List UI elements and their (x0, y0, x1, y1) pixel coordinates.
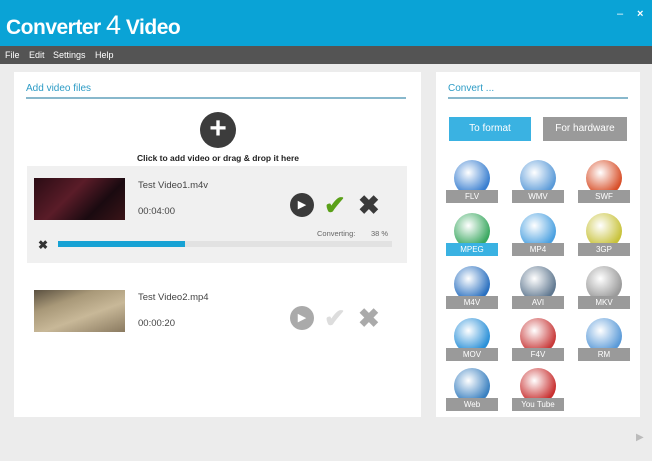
format-mov[interactable]: MOV (446, 318, 498, 366)
check-icon[interactable]: ✔ (324, 192, 346, 218)
format-3gp[interactable]: 3GP (578, 213, 630, 261)
menu-help[interactable]: Help (95, 50, 114, 60)
format-label: You Tube (512, 398, 564, 411)
progress-fill (58, 241, 185, 247)
convert-title: Convert ... (448, 83, 495, 94)
to-format-button[interactable]: To format (449, 117, 531, 141)
cancel-icon[interactable]: ✖ (38, 238, 48, 252)
list-item[interactable]: Test Video1.m4v 00:04:00 ▶ ✔ ✖ Convertin… (27, 166, 407, 263)
format-label: M4V (446, 296, 498, 309)
scroll-right-icon[interactable]: ▶ (636, 432, 644, 443)
format-wmv[interactable]: WMV (512, 160, 564, 208)
video-name: Test Video1.m4v (138, 180, 209, 191)
format-label: F4V (512, 348, 564, 361)
divider (26, 97, 406, 99)
app-title: Converter 4 Video (6, 10, 181, 41)
menu-bar: File Edit Settings Help (0, 46, 652, 64)
title-number: 4 (106, 10, 121, 40)
add-hint[interactable]: Click to add video or drag & drop it her… (28, 153, 408, 163)
format-label: SWF (578, 190, 630, 203)
title-prefix: Converter (6, 16, 101, 39)
format-m4v[interactable]: M4V (446, 266, 498, 314)
plus-icon[interactable]: + (200, 112, 236, 148)
progress-bar (58, 241, 392, 247)
title-suffix: Video (125, 16, 181, 39)
format-label: 3GP (578, 243, 630, 256)
format-swf[interactable]: SWF (578, 160, 630, 208)
format-label: FLV (446, 190, 498, 203)
format-label: WMV (512, 190, 564, 203)
format-web[interactable]: Web (446, 368, 498, 416)
format-avi[interactable]: AVI (512, 266, 564, 314)
format-label: Web (446, 398, 498, 411)
minimize-button[interactable]: – (617, 8, 623, 20)
format-rm[interactable]: RM (578, 318, 630, 366)
menu-edit[interactable]: Edit (29, 50, 45, 60)
list-item[interactable]: Test Video2.mp4 00:00:20 ▶ ✔ ✖ (27, 280, 407, 340)
format-label: RM (578, 348, 630, 361)
menu-settings[interactable]: Settings (53, 50, 86, 60)
video-thumbnail (34, 290, 125, 332)
remove-icon[interactable]: ✖ (358, 305, 380, 331)
divider (448, 97, 628, 99)
format-f4v[interactable]: F4V (512, 318, 564, 366)
progress-text: 38 % (371, 229, 389, 238)
add-files-title: Add video files (26, 83, 92, 94)
video-thumbnail (34, 178, 125, 220)
video-duration: 00:00:20 (138, 318, 175, 329)
format-label: MPEG (446, 243, 498, 256)
play-icon[interactable]: ▶ (290, 306, 314, 330)
for-hardware-button[interactable]: For hardware (543, 117, 627, 141)
remove-icon[interactable]: ✖ (358, 192, 380, 218)
format-mp4[interactable]: MP4 (512, 213, 564, 261)
format-label: AVI (512, 296, 564, 309)
title-bar: Converter 4 Video – × (0, 0, 652, 46)
format-mkv[interactable]: MKV (578, 266, 630, 314)
format-you-tube[interactable]: You Tube (512, 368, 564, 416)
status-label: Converting: (317, 229, 356, 238)
video-duration: 00:04:00 (138, 206, 175, 217)
format-label: MOV (446, 348, 498, 361)
close-button[interactable]: × (637, 8, 643, 20)
format-mpeg[interactable]: MPEG (446, 213, 498, 261)
check-icon[interactable]: ✔ (324, 305, 346, 331)
menu-file[interactable]: File (5, 50, 20, 60)
video-name: Test Video2.mp4 (138, 292, 209, 303)
format-flv[interactable]: FLV (446, 160, 498, 208)
play-icon[interactable]: ▶ (290, 193, 314, 217)
format-label: MP4 (512, 243, 564, 256)
format-label: MKV (578, 296, 630, 309)
